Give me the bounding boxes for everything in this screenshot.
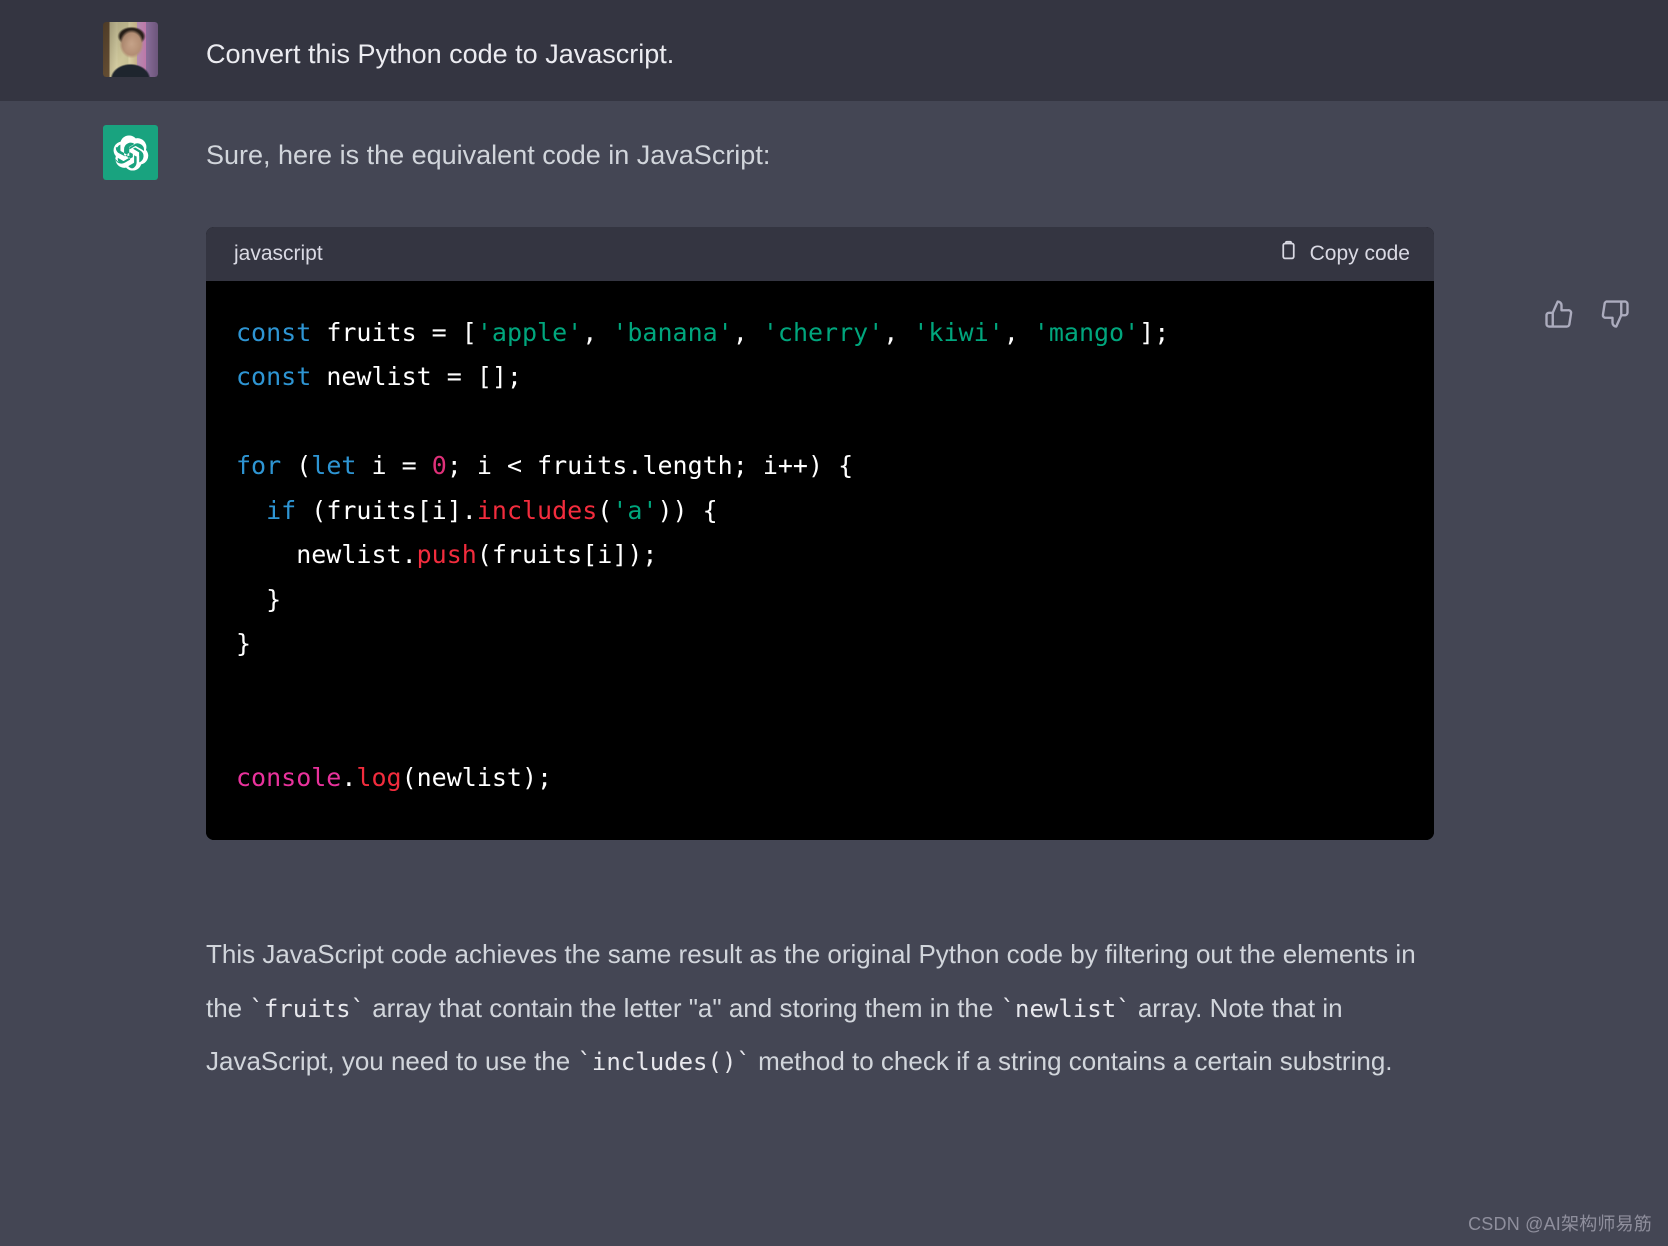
thumbs-down-icon[interactable] — [1600, 299, 1630, 329]
code-token: push — [416, 540, 477, 570]
feedback-controls — [1544, 299, 1630, 329]
code-token: log — [356, 762, 402, 792]
code-language-label: javascript — [234, 241, 323, 265]
code-line: const newlist = []; — [236, 355, 1404, 400]
copy-code-label: Copy code — [1309, 241, 1410, 265]
inline-code-fruits: `fruits` — [249, 994, 365, 1023]
code-token: , — [732, 317, 763, 347]
thumbs-up-icon[interactable] — [1544, 299, 1574, 329]
openai-logo-avatar — [103, 125, 158, 180]
copy-code-button[interactable]: Copy code — [1278, 239, 1410, 268]
code-token: (newlist); — [401, 762, 553, 792]
assistant-message-row: Sure, here is the equivalent code in Jav… — [0, 101, 1668, 1129]
closing-part-4: method to check if a string contains a c… — [750, 1045, 1393, 1076]
code-line: if (fruits[i].includes('a')) { — [236, 489, 1404, 534]
code-token: fruits = [ — [311, 317, 477, 347]
inline-code-includes: `includes()` — [577, 1047, 751, 1076]
user-message-content: Convert this Python code to Javascript. — [206, 22, 1536, 77]
user-message-text: Convert this Python code to Javascript. — [206, 39, 675, 69]
code-block-header: javascript Copy code — [206, 226, 1434, 281]
code-token: 'cherry' — [762, 317, 884, 347]
code-token: )) { — [657, 495, 718, 525]
user-message-row: Convert this Python code to Javascript. — [0, 0, 1668, 101]
code-token: newlist. — [236, 540, 417, 570]
code-token: 0 — [431, 451, 447, 481]
code-token: if — [266, 495, 297, 525]
code-token: 'banana' — [612, 317, 733, 347]
code-line: newlist.push(fruits[i]); — [236, 533, 1404, 578]
code-token: (fruits[i]. — [296, 495, 477, 525]
code-token: 'kiwi' — [913, 317, 1004, 347]
assistant-closing-paragraph: This JavaScript code achieves the same r… — [206, 928, 1436, 1128]
code-token: } — [236, 584, 282, 614]
assistant-avatar-column — [0, 125, 206, 1128]
code-token: 'a' — [612, 495, 658, 525]
code-token: ]; — [1139, 317, 1170, 347]
code-token: , — [582, 317, 613, 347]
closing-part-2: array that contain the letter "a" and st… — [364, 992, 1001, 1023]
code-line: } — [236, 622, 1404, 667]
avatar — [103, 22, 158, 77]
code-token: (fruits[i]); — [476, 540, 658, 570]
code-token: . — [341, 762, 357, 792]
code-token: console — [236, 762, 342, 792]
code-token: includes — [476, 495, 598, 525]
code-token: const — [236, 362, 312, 392]
code-content[interactable]: const fruits = ['apple', 'banana', 'cher… — [206, 280, 1434, 841]
code-line: } — [236, 578, 1404, 623]
inline-code-newlist: `newlist` — [1000, 994, 1131, 1023]
code-token: , — [1003, 317, 1034, 347]
code-line: for (let i = 0; i < fruits.length; i++) … — [236, 444, 1404, 489]
code-token: for — [236, 451, 282, 481]
code-token: 'mango' — [1033, 317, 1140, 347]
code-token: const — [236, 317, 312, 347]
assistant-message-content: Sure, here is the equivalent code in Jav… — [206, 125, 1536, 1128]
code-token: newlist = []; — [311, 362, 522, 392]
code-line: console.log(newlist); — [236, 756, 1404, 801]
code-line: const fruits = ['apple', 'banana', 'cher… — [236, 311, 1404, 356]
clipboard-icon — [1278, 239, 1299, 268]
code-token: } — [236, 629, 252, 659]
assistant-intro-text: Sure, here is the equivalent code in Jav… — [206, 140, 771, 170]
code-token: let — [311, 451, 357, 481]
user-photo-avatar — [103, 22, 158, 77]
code-token: , — [883, 317, 914, 347]
code-block: javascript Copy code const fruits = ['ap… — [206, 226, 1434, 841]
code-token: 'apple' — [476, 317, 583, 347]
user-avatar-column — [0, 22, 206, 77]
code-token: ( — [597, 495, 613, 525]
code-token: ; i < fruits.length; i++) { — [446, 451, 854, 481]
code-token: i = — [356, 451, 432, 481]
code-token: ( — [281, 451, 312, 481]
csdn-watermark: CSDN @AI架构师易筋 — [1468, 1214, 1652, 1234]
